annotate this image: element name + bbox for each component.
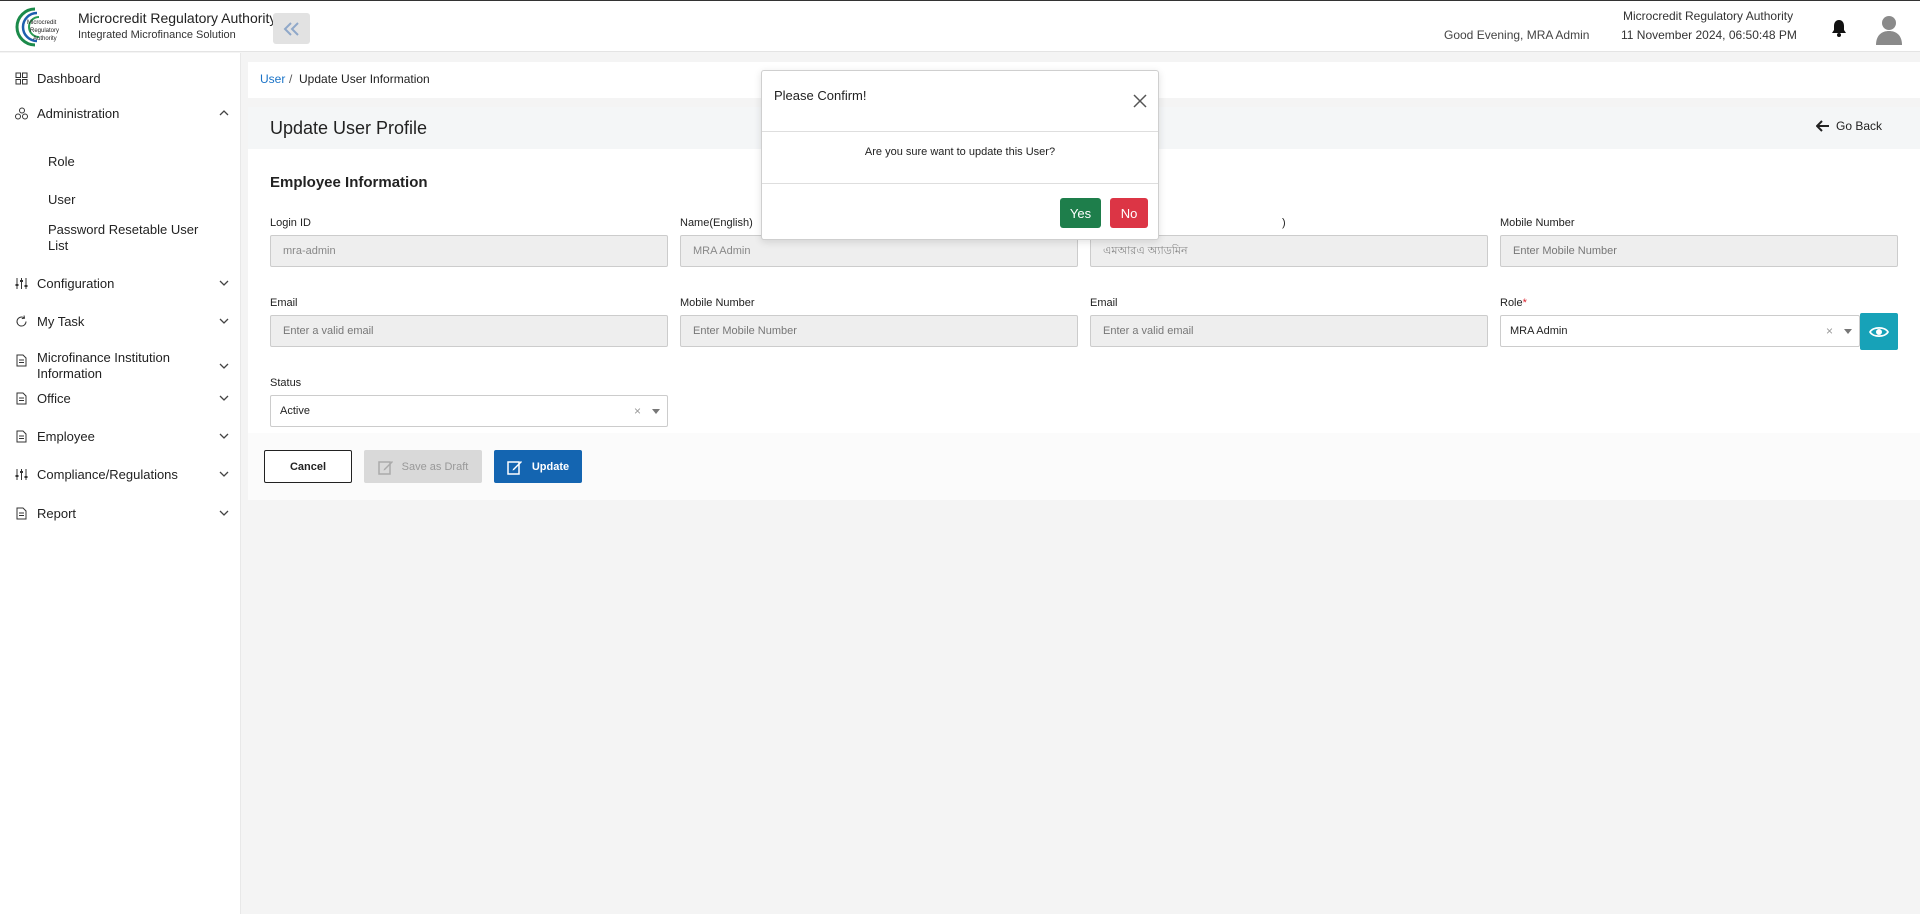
- breadcrumb-current: Update User Information: [299, 72, 430, 86]
- name-english-label: Name(English): [680, 217, 753, 229]
- divider: [762, 183, 1158, 184]
- brand-title: Microcredit Regulatory Authority: [78, 10, 277, 26]
- brand-subtitle: Integrated Microfinance Solution: [78, 29, 236, 41]
- dialog-message: Are you sure want to update this User?: [864, 146, 1056, 158]
- page-title: Update User Profile: [270, 118, 428, 138]
- sidebar-subitem-password-resetable[interactable]: Password Resetable User List: [48, 222, 208, 254]
- clear-icon[interactable]: ×: [634, 404, 641, 418]
- caret-down-icon[interactable]: [1844, 329, 1852, 334]
- status-label: Status: [270, 377, 302, 389]
- dialog-title: Please Confirm!: [774, 88, 867, 103]
- role-select[interactable]: MRA Admin ×: [1500, 315, 1860, 347]
- refresh-icon: [16, 314, 27, 327]
- sidebar-item-label: Employee: [37, 428, 95, 444]
- name-bangla-label: ): [1282, 217, 1286, 229]
- role-label-text: Role: [1500, 297, 1523, 309]
- section-title: Employee Information: [270, 174, 428, 191]
- users-icon: [15, 107, 28, 119]
- document-icon: [16, 392, 27, 404]
- status-selected-value: Active: [280, 405, 310, 417]
- user-avatar[interactable]: [1875, 13, 1903, 50]
- chevron-up-icon: [219, 110, 229, 116]
- sidebar-subitem-user[interactable]: User: [48, 192, 75, 208]
- org-name: Microcredit Regulatory Authority: [1623, 9, 1794, 23]
- current-datetime: 11 November 2024, 06:50:48 PM: [1621, 28, 1797, 42]
- double-chevron-left-icon: [283, 21, 299, 36]
- email-input-2[interactable]: Enter a valid email: [1090, 315, 1488, 347]
- caret-down-icon[interactable]: [652, 409, 660, 414]
- no-button[interactable]: No: [1110, 198, 1148, 228]
- required-marker: *: [1522, 297, 1527, 309]
- update-label: Update: [531, 460, 570, 473]
- close-icon[interactable]: [1133, 94, 1147, 113]
- sidebar-collapse-button[interactable]: [273, 13, 310, 44]
- go-back-label: Go Back: [1836, 119, 1883, 133]
- sidebar-item-label: Configuration: [37, 275, 115, 291]
- svg-text:Authority: Authority: [33, 36, 57, 42]
- sidebar-subitem-role[interactable]: Role: [48, 154, 75, 170]
- bell-icon[interactable]: [1831, 19, 1847, 42]
- greeting-text: Good Evening, MRA Admin: [1444, 28, 1590, 42]
- sidebar-item-label: Microfinance Institution Information: [37, 350, 170, 381]
- grid-icon: [15, 72, 28, 84]
- email-label: Email: [270, 297, 298, 309]
- svg-text:Microcredit: Microcredit: [27, 20, 57, 26]
- confirm-dialog: Please Confirm! Are you sure want to upd…: [761, 70, 1159, 240]
- status-select[interactable]: Active ×: [270, 395, 668, 427]
- save-as-draft-label: Save as Draft: [401, 460, 469, 473]
- chevron-down-icon: [219, 510, 229, 516]
- breadcrumb-link-user[interactable]: User: [260, 72, 285, 86]
- breadcrumb-separator: /: [289, 72, 293, 86]
- sidebar-item-label: Dashboard: [37, 70, 101, 86]
- email-input[interactable]: Enter a valid email: [270, 315, 668, 347]
- update-button[interactable]: Update: [494, 450, 582, 483]
- sidebar: Dashboard Administration Role User Passw…: [0, 53, 241, 914]
- role-label: Role*: [1500, 297, 1527, 309]
- view-role-button[interactable]: [1860, 313, 1898, 350]
- sidebar-item-mfi-information[interactable]: Microfinance Institution Information: [0, 349, 241, 383]
- yes-button[interactable]: Yes: [1060, 198, 1101, 228]
- chevron-down-icon: [219, 318, 229, 324]
- svg-text:Regulatory: Regulatory: [30, 28, 59, 34]
- document-icon: [16, 507, 27, 519]
- edit-icon: [377, 460, 393, 475]
- document-icon: [16, 354, 27, 367]
- eye-icon: [1869, 326, 1889, 337]
- sidebar-item-label: Report: [37, 505, 77, 521]
- email-label-2: Email: [1090, 297, 1118, 309]
- chevron-down-icon: [219, 433, 229, 439]
- clear-icon[interactable]: ×: [1826, 324, 1833, 338]
- sidebar-item-label: Administration: [37, 105, 120, 121]
- sliders-icon: [15, 277, 28, 289]
- arrow-left-icon: [1816, 120, 1829, 132]
- edit-icon: [507, 460, 522, 475]
- chevron-down-icon: [219, 471, 229, 477]
- sidebar-item-label: Office: [37, 390, 71, 406]
- document-icon: [16, 430, 27, 442]
- mobile-number-label-2: Mobile Number: [680, 297, 755, 309]
- go-back-button[interactable]: Go Back: [1816, 119, 1882, 133]
- mra-logo: Microcredit Regulatory Authority: [13, 6, 71, 48]
- divider: [762, 131, 1158, 132]
- chevron-down-icon: [219, 363, 229, 369]
- sidebar-item-label: Compliance/Regulations: [37, 466, 178, 482]
- mobile-number-input-2[interactable]: Enter Mobile Number: [680, 315, 1078, 347]
- login-id-field[interactable]: mra-admin: [270, 235, 668, 267]
- role-selected-value: MRA Admin: [1510, 325, 1568, 337]
- top-header: Microcredit Regulatory Authority Microcr…: [0, 0, 1920, 52]
- cancel-button[interactable]: Cancel: [264, 450, 352, 483]
- sliders-icon: [15, 468, 28, 480]
- chevron-down-icon: [219, 395, 229, 401]
- sidebar-item-label: My Task: [37, 313, 85, 329]
- mobile-number-input[interactable]: Enter Mobile Number: [1500, 235, 1898, 267]
- mobile-number-label: Mobile Number: [1500, 217, 1575, 229]
- chevron-down-icon: [219, 280, 229, 286]
- save-as-draft-button[interactable]: Save as Draft: [364, 450, 482, 483]
- login-id-label: Login ID: [270, 217, 311, 229]
